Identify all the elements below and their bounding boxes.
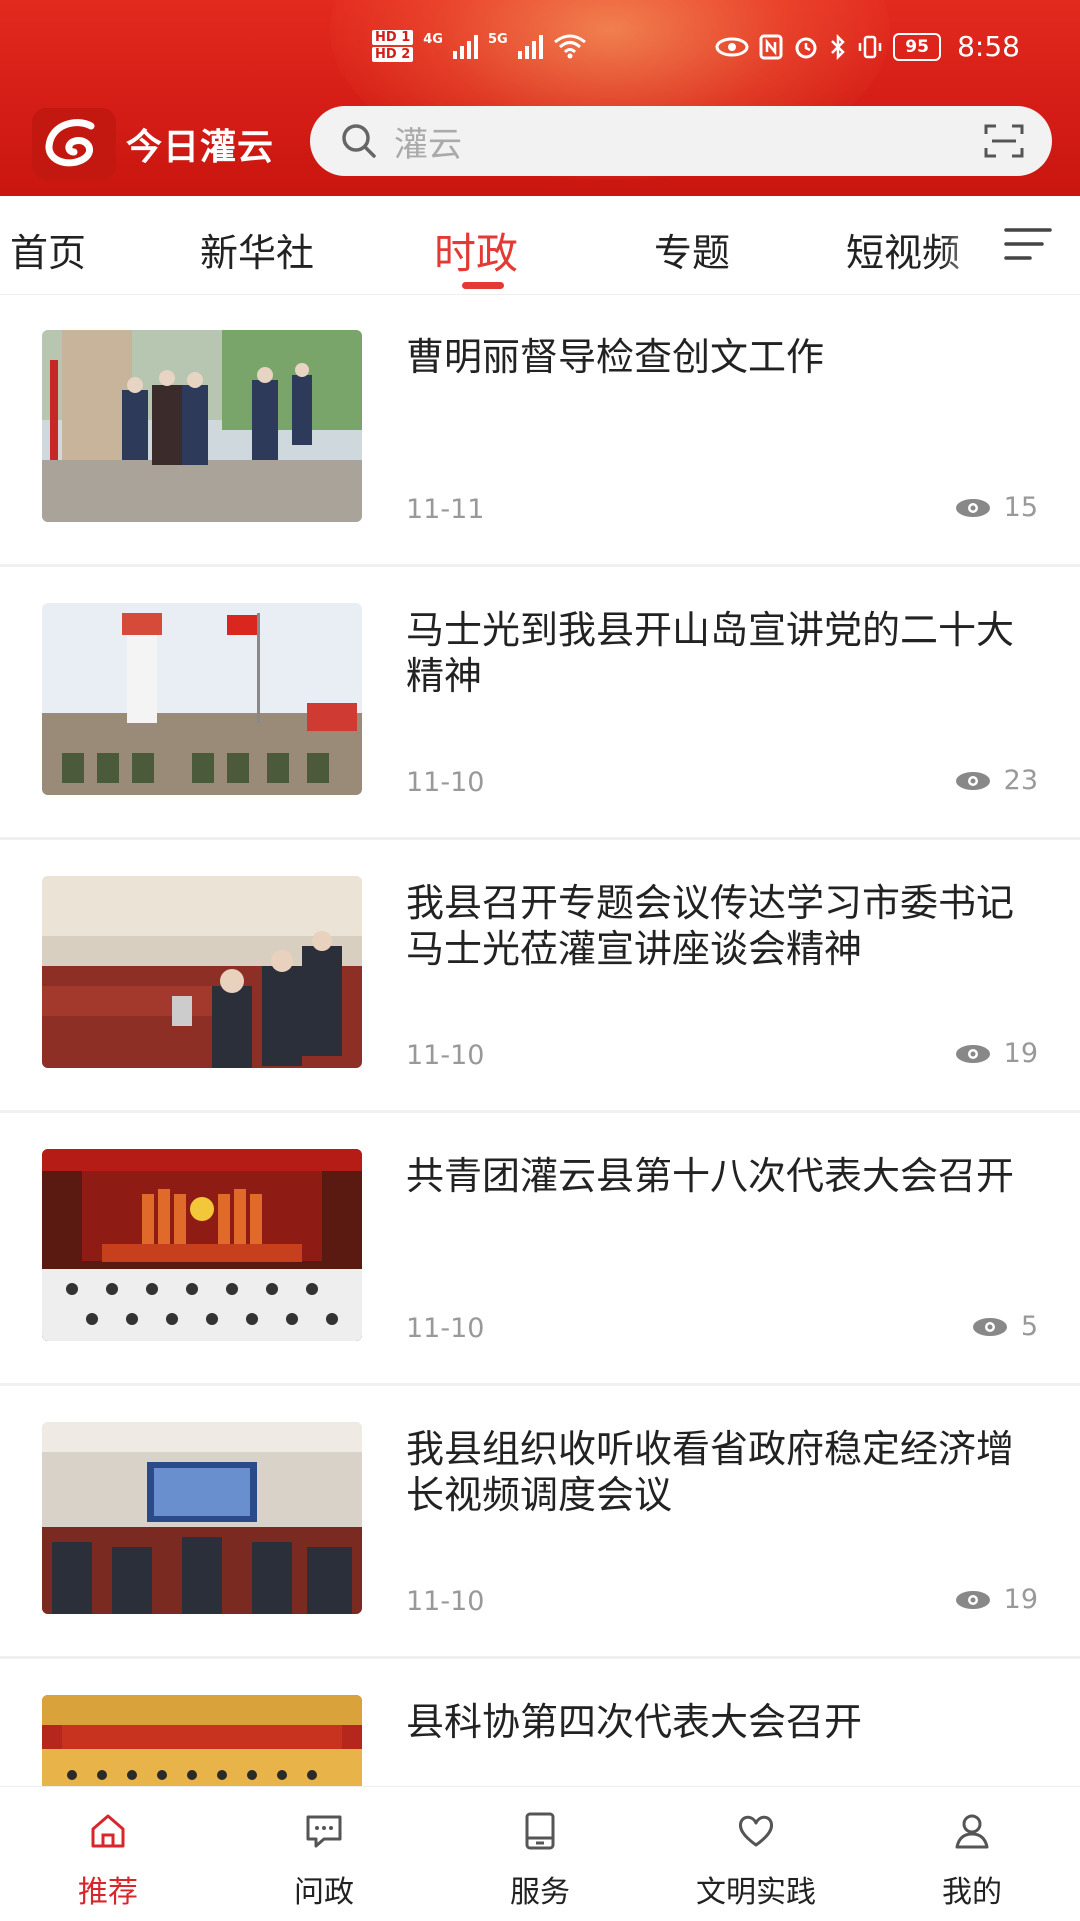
bluetooth-icon	[831, 33, 845, 60]
clock: 8:58	[957, 30, 1020, 63]
view-count-value: 15	[1003, 492, 1038, 523]
scan-icon[interactable]	[984, 122, 1024, 160]
nav-label: 推荐	[78, 1875, 138, 1910]
nav-label: 服务	[510, 1875, 570, 1910]
view-count: 19	[954, 1038, 1038, 1069]
nav-label: 问政	[294, 1875, 354, 1910]
hd2-label: HD 2	[372, 47, 414, 62]
news-date: 11-11	[406, 494, 485, 525]
news-title: 马士光到我县开山岛宣讲党的二十大精神	[406, 608, 1015, 698]
category-tabs: 首页 新华社 时政 专题 短视频	[0, 196, 1080, 295]
search-bar[interactable]: 灌云	[310, 106, 1052, 176]
eye-icon	[955, 1044, 990, 1063]
news-thumbnail	[42, 603, 362, 795]
view-count-value: 19	[1003, 1038, 1038, 1069]
user-icon	[955, 1814, 989, 1849]
nav-service[interactable]: 服务	[432, 1787, 648, 1921]
status-bar: HD 1 HD 2 4G 5G 95 8:58	[0, 30, 1080, 80]
battery-indicator: 95	[893, 32, 942, 61]
news-item[interactable]: 曹明丽督导检查创文工作 11-11 15	[0, 294, 1080, 567]
eye-icon	[972, 1317, 1007, 1336]
heart-icon	[738, 1815, 774, 1847]
view-count: 5	[971, 1311, 1038, 1342]
nav-mine[interactable]: 我的	[864, 1787, 1080, 1921]
bottom-navigation: 推荐 问政 服务 文明实践 我的	[0, 1786, 1080, 1921]
news-title: 我县召开专题会议传达学习市委书记马士光莅灌宣讲座谈会精神	[406, 881, 1015, 971]
app-logo[interactable]	[32, 108, 116, 180]
view-count: 23	[954, 765, 1038, 796]
app-header: HD 1 HD 2 4G 5G 95 8:58 今日灌云 灌云	[0, 0, 1080, 196]
news-thumbnail	[42, 1695, 362, 1786]
network-5g-label: 5G	[487, 32, 508, 47]
eye-icon	[955, 498, 990, 517]
news-item[interactable]: 县科协第四次代表大会召开	[0, 1659, 1080, 1786]
tablet-icon	[525, 1812, 555, 1850]
eye-icon	[955, 1590, 990, 1609]
tab-topics[interactable]: 专题	[654, 222, 730, 277]
app-title: 今日灌云	[126, 127, 275, 168]
news-title: 我县组织收听收看省政府稳定经济增长视频调度会议	[406, 1427, 1015, 1517]
nav-civilization[interactable]: 文明实践	[648, 1787, 864, 1921]
nav-recommend[interactable]: 推荐	[0, 1787, 216, 1921]
tab-fade	[940, 196, 1000, 294]
search-icon	[342, 124, 376, 158]
chat-icon	[306, 1815, 342, 1848]
news-title: 县科协第四次代表大会召开	[406, 1700, 863, 1744]
news-title: 曹明丽督导检查创文工作	[406, 335, 825, 379]
news-item[interactable]: 马士光到我县开山岛宣讲党的二十大精神 11-10 23	[0, 567, 1080, 840]
news-thumbnail	[42, 330, 362, 522]
tab-politics[interactable]: 时政	[434, 220, 518, 281]
news-title: 共青团灌云县第十八次代表大会召开	[406, 1154, 1015, 1198]
signal-bars-icon	[517, 33, 543, 59]
menu-icon[interactable]	[1004, 226, 1052, 262]
view-count-value: 5	[1020, 1311, 1038, 1342]
news-date: 11-10	[406, 1313, 485, 1344]
logo-icon	[45, 119, 95, 167]
news-date: 11-10	[406, 1040, 485, 1071]
alarm-icon	[795, 37, 817, 58]
news-thumbnail	[42, 876, 362, 1068]
news-list: 曹明丽督导检查创文工作 11-11 15 马士光到我县开山岛宣讲党的二十大精神 …	[0, 294, 1080, 1786]
wifi-icon	[553, 34, 586, 59]
active-tab-indicator	[462, 282, 504, 289]
view-count: 15	[954, 492, 1038, 523]
eye-icon	[715, 37, 749, 56]
status-left: HD 1 HD 2 4G 5G	[372, 30, 587, 62]
network-4g-label: 4G	[423, 32, 443, 47]
nav-label: 文明实践	[696, 1875, 816, 1910]
news-date: 11-10	[406, 1586, 485, 1617]
nav-wenzheng[interactable]: 问政	[216, 1787, 432, 1921]
eye-icon	[955, 771, 990, 790]
tab-xinhua[interactable]: 新华社	[200, 222, 314, 277]
vibrate-icon	[858, 35, 882, 58]
view-count: 19	[954, 1584, 1038, 1615]
tab-home[interactable]: 首页	[10, 222, 86, 277]
news-thumbnail	[42, 1149, 362, 1341]
nfc-icon	[759, 34, 783, 59]
hd-indicator: HD 1 HD 2	[372, 30, 414, 62]
status-right: 95 8:58	[715, 30, 1020, 63]
view-count-value: 19	[1003, 1584, 1038, 1615]
news-item[interactable]: 我县组织收听收看省政府稳定经济增长视频调度会议 11-10 19	[0, 1386, 1080, 1659]
hd1-label: HD 1	[372, 30, 414, 45]
news-thumbnail	[42, 1422, 362, 1614]
news-date: 11-10	[406, 767, 485, 798]
news-item[interactable]: 共青团灌云县第十八次代表大会召开 11-10 5	[0, 1113, 1080, 1386]
signal-bars-icon	[452, 33, 478, 59]
nav-label: 我的	[942, 1875, 1002, 1910]
news-item[interactable]: 我县召开专题会议传达学习市委书记马士光莅灌宣讲座谈会精神 11-10 19	[0, 840, 1080, 1113]
view-count-value: 23	[1003, 765, 1038, 796]
home-icon	[91, 1814, 125, 1848]
search-placeholder: 灌云	[394, 124, 462, 165]
